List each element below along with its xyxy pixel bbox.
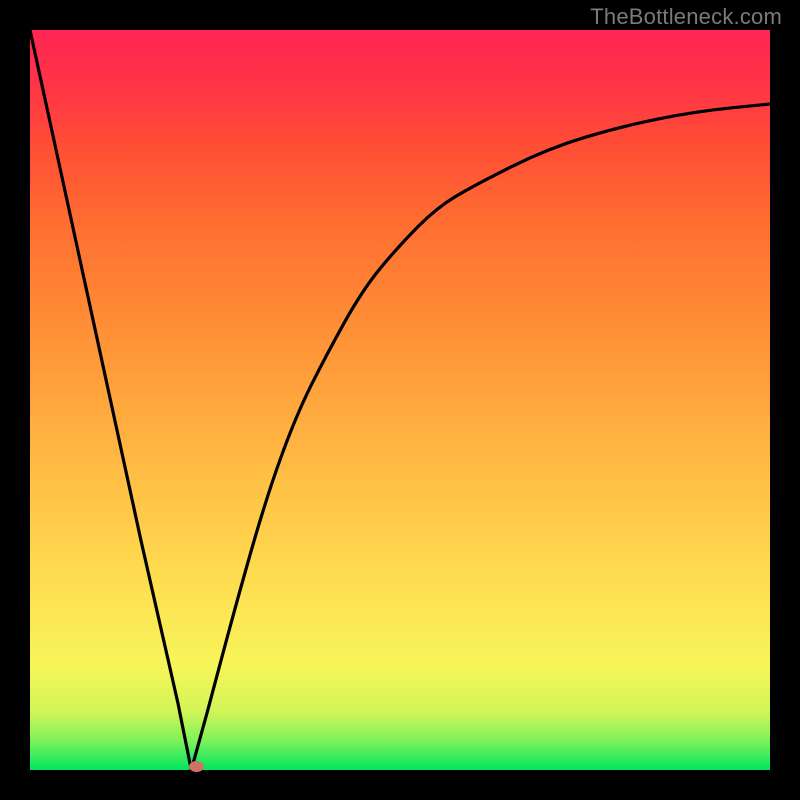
watermark-text: TheBottleneck.com xyxy=(590,4,782,30)
bottleneck-curve xyxy=(30,30,770,770)
chart-frame: TheBottleneck.com xyxy=(0,0,800,800)
plot-area xyxy=(30,30,770,770)
minimum-marker-dot xyxy=(189,761,204,772)
